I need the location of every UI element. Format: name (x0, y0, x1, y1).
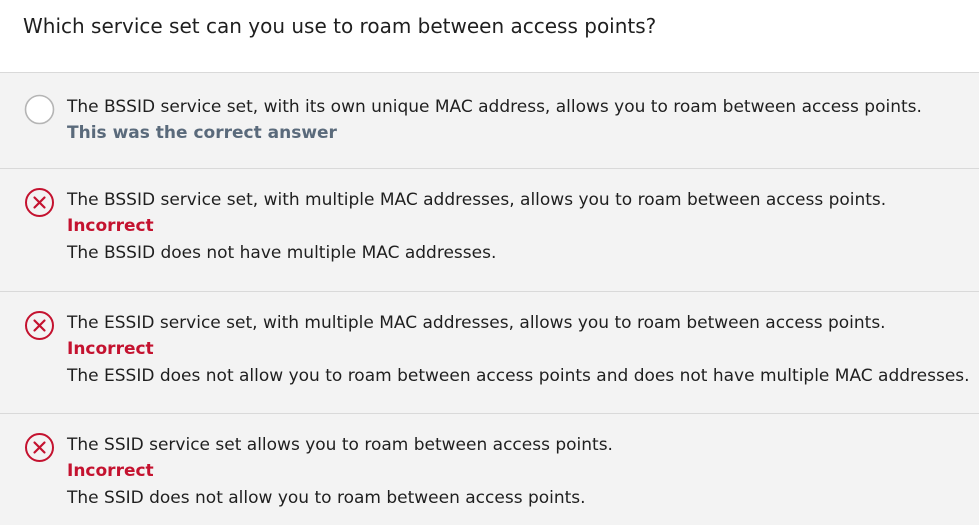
answer-feedback: The BSSID does not have multiple MAC add… (67, 243, 497, 263)
incorrect-label: Incorrect (67, 216, 154, 236)
question-header: Which service set can you use to roam be… (0, 0, 979, 73)
answer-option-text: The SSID service set allows you to roam … (67, 435, 613, 455)
answer-option-4[interactable]: The SSID service set allows you to roam … (0, 414, 979, 525)
correct-answer-note: This was the correct answer (67, 123, 337, 143)
incorrect-x-icon (24, 310, 55, 341)
answer-feedback: The SSID does not allow you to roam betw… (67, 488, 586, 508)
quiz-review-page: Which service set can you use to roam be… (0, 0, 979, 525)
incorrect-x-icon (24, 432, 55, 463)
answer-option-text: The ESSID service set, with multiple MAC… (67, 313, 886, 333)
radio-empty-icon (24, 94, 55, 125)
answer-option-3[interactable]: The ESSID service set, with multiple MAC… (0, 292, 979, 414)
incorrect-x-icon (24, 187, 55, 218)
answer-option-2[interactable]: The BSSID service set, with multiple MAC… (0, 169, 979, 292)
answer-option-1[interactable]: The BSSID service set, with its own uniq… (0, 73, 979, 169)
answer-option-text: The BSSID service set, with multiple MAC… (67, 190, 887, 210)
incorrect-label: Incorrect (67, 339, 154, 359)
incorrect-label: Incorrect (67, 461, 154, 481)
question-text: Which service set can you use to roam be… (23, 14, 657, 38)
answer-feedback: The ESSID does not allow you to roam bet… (67, 366, 970, 386)
answer-option-text: The BSSID service set, with its own uniq… (67, 97, 922, 117)
answer-options-list: The BSSID service set, with its own uniq… (0, 73, 979, 525)
